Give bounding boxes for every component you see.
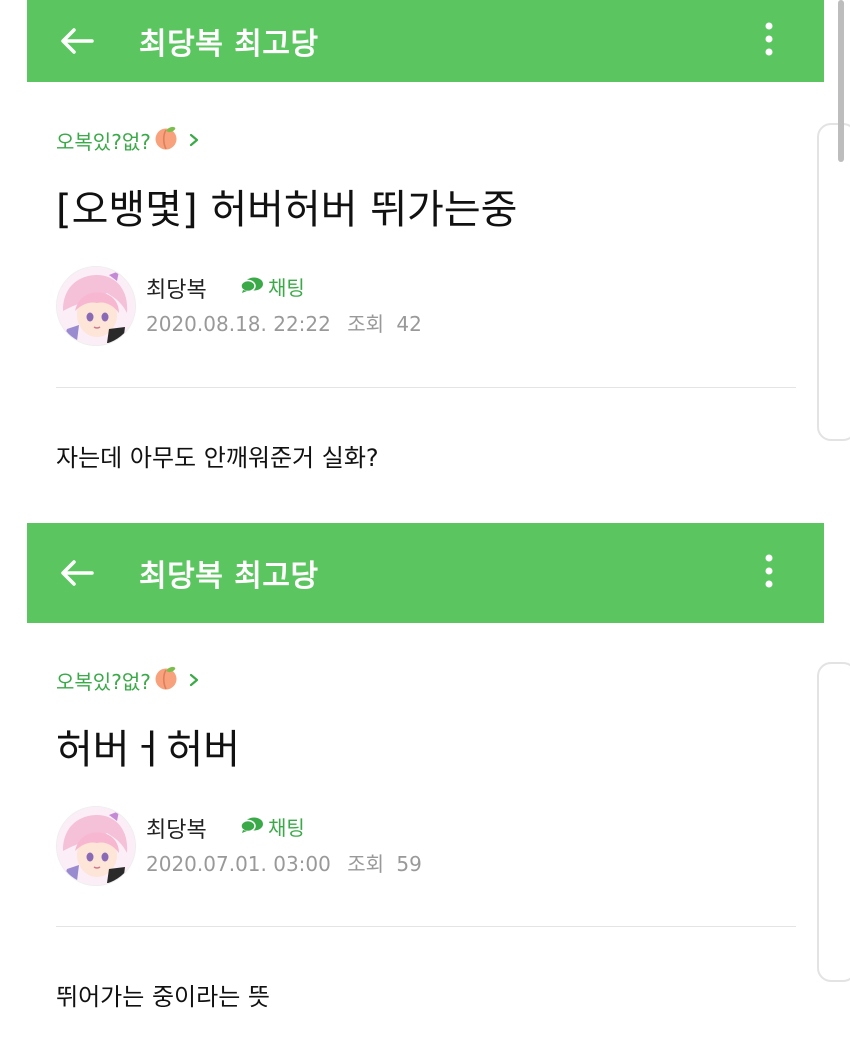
more-button[interactable] (754, 523, 784, 623)
board-category-label: 오복있?없? (56, 129, 151, 154)
cafe-title: 최당복 최고당 (139, 27, 319, 62)
author-name[interactable]: 최당복 (146, 272, 207, 304)
author-name[interactable]: 최당복 (146, 812, 207, 844)
post-meta: 2020.08.18. 22:22 조회 42 (146, 308, 422, 337)
back-button[interactable] (55, 523, 99, 623)
avatar[interactable] (56, 266, 136, 346)
more-button[interactable] (754, 0, 784, 82)
chat-label: 채팅 (268, 816, 305, 840)
arrow-left-icon (60, 27, 94, 55)
scrollbar-thumb[interactable] (838, 0, 844, 162)
chat-label: 채팅 (268, 276, 305, 300)
chat-button[interactable]: 채팅 (240, 272, 305, 301)
author-info: 최당복 채팅 2020.08.18. 22:22 조회 42 (56, 266, 796, 350)
peach-icon (153, 665, 179, 696)
chat-bubble-icon (240, 275, 268, 299)
chat-button[interactable]: 채팅 (240, 812, 305, 841)
app-bar: 최당복 최고당 (27, 0, 824, 82)
chevron-right-icon (189, 128, 199, 152)
cafe-title: 최당복 최고당 (139, 559, 319, 594)
vertical-dots-icon (765, 22, 773, 60)
chevron-right-icon (189, 668, 199, 692)
divider (56, 926, 796, 927)
board-category-label: 오복있?없? (56, 669, 151, 694)
chat-bubble-icon (240, 815, 268, 839)
side-card-edge (817, 662, 850, 982)
post-content: 오복있?없? 허버ㅓ허버 최당복 채팅 2020.07.01. 03:00 조회… (56, 662, 796, 890)
post-screenshot-1: 최당복 최고당 오복있?없? [오뱅몇] 허버허버 뛰가는중 최당복 채팅 20… (0, 0, 850, 522)
divider (56, 387, 796, 388)
app-bar: 최당복 최고당 (27, 523, 824, 623)
side-card-edge (817, 123, 850, 441)
post-screenshot-2: 최당복 최고당 오복있?없? 허버ㅓ허버 최당복 채팅 2020.07.01. … (0, 522, 850, 1044)
board-category-link[interactable]: 오복있?없? (56, 662, 199, 698)
post-datetime: 2020.08.18. 22:22 (146, 312, 331, 336)
peach-icon (153, 125, 179, 156)
views-count: 42 (396, 312, 422, 336)
post-meta: 2020.07.01. 03:00 조회 59 (146, 848, 422, 877)
arrow-left-icon (60, 559, 94, 587)
post-title: 허버ㅓ허버 (56, 727, 240, 773)
post-datetime: 2020.07.01. 03:00 (146, 852, 331, 876)
post-body: 자는데 아무도 안깨워준거 실화? (56, 444, 379, 472)
post-title: [오뱅몇] 허버허버 뛰가는중 (56, 187, 518, 233)
views-label: 조회 (347, 312, 385, 336)
post-body: 뛰어가는 중이라는 뜻 (56, 983, 270, 1011)
views-count: 59 (396, 852, 422, 876)
vertical-dots-icon (765, 554, 773, 592)
views-label: 조회 (347, 852, 385, 876)
post-content: 오복있?없? [오뱅몇] 허버허버 뛰가는중 최당복 채팅 2020.08.18… (56, 122, 796, 350)
avatar[interactable] (56, 806, 136, 886)
author-info: 최당복 채팅 2020.07.01. 03:00 조회 59 (56, 806, 796, 890)
board-category-link[interactable]: 오복있?없? (56, 122, 199, 158)
back-button[interactable] (55, 0, 99, 82)
